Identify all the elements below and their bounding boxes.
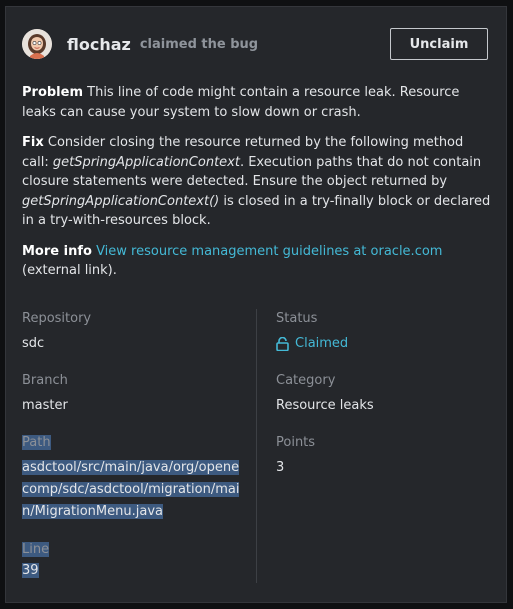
category-field: Category Resource leaks [276,371,486,417]
branch-field: Branch master [22,371,240,417]
category-value: Resource leaks [276,398,374,413]
fix-label: Fix [22,135,44,150]
path-label: Path [22,435,51,450]
bug-detail-card: flochaz claimed the bug Unclaim Problem … [5,6,507,603]
problem-label: Problem [22,85,83,100]
column-divider [256,309,257,583]
status-value: Claimed [276,333,348,355]
claim-action-text: claimed the bug [139,36,259,52]
problem-paragraph: Problem This line of code might contain … [22,83,492,122]
status-field: Status Claimed [276,309,486,359]
username[interactable]: flochaz [67,35,131,54]
points-label: Points [276,435,316,450]
lock-open-icon [276,336,289,352]
repository-value: sdc [22,336,45,351]
fix-method-1: getSpringApplicationContext [52,154,240,170]
external-link-note: (external link). [22,263,117,278]
avatar[interactable] [22,29,52,59]
card-header: flochaz claimed the bug Unclaim [22,27,488,61]
status-text: Claimed [295,336,349,351]
repository-label: Repository [22,311,92,326]
problem-text: This line of code might contain a resour… [22,85,460,120]
more-info-paragraph: More info View resource management guide… [22,242,492,281]
oracle-guidelines-link[interactable]: View resource management guidelines at o… [96,244,442,259]
path-value: asdctool/src/main/java/org/openecomp/sdc… [22,460,240,519]
category-label: Category [276,373,336,388]
fix-paragraph: Fix Consider closing the resource return… [22,133,492,231]
bug-description: Problem This line of code might contain … [22,83,492,292]
line-value: 39 [22,563,39,578]
line-field: Line 39 [22,540,240,582]
line-label: Line [22,542,50,557]
fix-method-2: getSpringApplicationContext() [22,193,220,209]
points-field: Points 3 [276,433,486,479]
branch-label: Branch [22,373,68,388]
branch-value: master [22,398,68,413]
repository-field: Repository sdc [22,309,240,355]
more-info-label: More info [22,243,92,259]
bug-metadata: Repository sdc Branch master Path asdcto… [22,309,492,583]
path-field: Path asdctool/src/main/java/org/openecom… [22,433,240,523]
unclaim-button[interactable]: Unclaim [390,28,488,60]
status-label: Status [276,311,318,326]
points-value: 3 [276,460,285,475]
